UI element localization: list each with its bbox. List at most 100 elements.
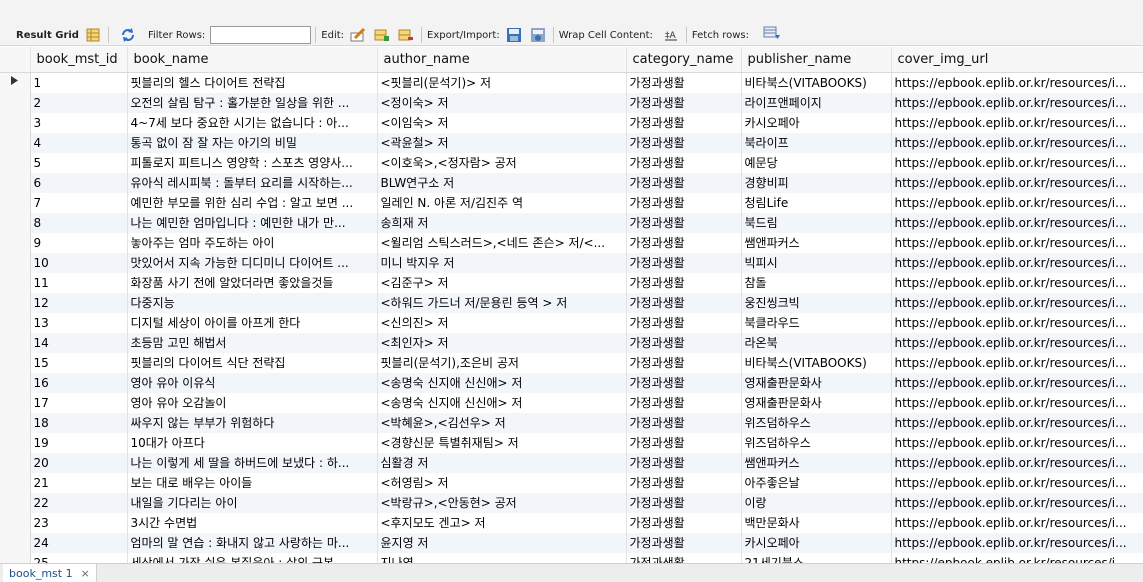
cell-book-name[interactable]: 세상에서 가장 쉬운 본질육아 : 삶의 근본...: [127, 552, 378, 563]
cell-publisher-name[interactable]: 21세기북스: [741, 552, 892, 563]
row-marker[interactable]: [0, 132, 31, 153]
cell-category-name[interactable]: 가정과생활: [626, 432, 742, 453]
row-marker[interactable]: [0, 212, 31, 233]
cell-author-name[interactable]: 핏블리(문석기),조은비 공저: [377, 352, 627, 373]
cell-book-mst-id[interactable]: 15: [30, 352, 128, 373]
cell-cover-img-url[interactable]: https://epbook.eplib.or.kr/resources/i..…: [891, 472, 1143, 493]
column-header-book-name[interactable]: book_name: [127, 47, 378, 73]
cell-category-name[interactable]: 가정과생활: [626, 452, 742, 473]
cell-category-name[interactable]: 가정과생활: [626, 512, 742, 533]
cell-author-name[interactable]: <이호욱>,<정자람> 공저: [377, 152, 627, 173]
cell-book-name[interactable]: 영아 유아 오감놀이: [127, 392, 378, 413]
row-marker[interactable]: [0, 472, 31, 493]
cell-publisher-name[interactable]: 예문당: [741, 152, 892, 173]
cell-author-name[interactable]: <하워드 가드너 저/문용린 등역 > 저: [377, 292, 627, 313]
cell-author-name[interactable]: <신의진> 저: [377, 312, 627, 333]
cell-book-mst-id[interactable]: 16: [30, 372, 128, 393]
cell-category-name[interactable]: 가정과생활: [626, 532, 742, 553]
cell-cover-img-url[interactable]: https://epbook.eplib.or.kr/resources/i..…: [891, 112, 1143, 133]
row-marker[interactable]: [0, 432, 31, 453]
cell-cover-img-url[interactable]: https://epbook.eplib.or.kr/resources/i..…: [891, 312, 1143, 333]
cell-category-name[interactable]: 가정과생활: [626, 112, 742, 133]
row-marker[interactable]: [0, 512, 31, 533]
table-row[interactable]: 9 놓아주는 엄마 주도하는 아이 <윌리엄 스틱스러드>,<네드 존슨> 저/<.…: [0, 232, 1143, 253]
table-row[interactable]: 2 오전의 살림 탐구 : 홀가분한 일상을 위한 ... <정이숙> 저 가정과생활…: [0, 92, 1143, 113]
cell-book-name[interactable]: 예민한 부모를 위한 심리 수업 : 알고 보면 ...: [127, 192, 378, 213]
wrap-text-icon[interactable]: ‡A: [661, 26, 681, 44]
cell-book-name[interactable]: 10대가 아프다: [127, 432, 378, 453]
cell-category-name[interactable]: 가정과생활: [626, 72, 742, 93]
cell-category-name[interactable]: 가정과생활: [626, 212, 742, 233]
table-row[interactable]: 13 디지털 세상이 아이를 아프게 한다 <신의진> 저 가정과생활 북클라우드 htt…: [0, 312, 1143, 333]
cell-publisher-name[interactable]: 웅진씽크빅: [741, 292, 892, 313]
cell-book-mst-id[interactable]: 3: [30, 112, 128, 133]
table-row[interactable]: 22 내일을 기다리는 아이 <박랑규>,<안동현> 공저 가정과생활 이랑 https:…: [0, 492, 1143, 513]
cell-category-name[interactable]: 가정과생활: [626, 132, 742, 153]
cell-author-name[interactable]: BLW연구소 저: [377, 172, 627, 193]
cell-book-mst-id[interactable]: 5: [30, 152, 128, 173]
cell-author-name[interactable]: 윤지영 저: [377, 532, 627, 553]
table-row[interactable]: 25 세상에서 가장 쉬운 본질육아 : 삶의 근본... 지나영 가정과생활 21세기…: [0, 552, 1143, 563]
cell-book-name[interactable]: 핏블리의 다이어트 식단 전략집: [127, 352, 378, 373]
table-row[interactable]: 16 영아 유아 이유식 <송명숙 신지애 신신애> 저 가정과생활 영재출판문화사 ht…: [0, 372, 1143, 393]
cell-cover-img-url[interactable]: https://epbook.eplib.or.kr/resources/i..…: [891, 552, 1143, 563]
cell-book-mst-id[interactable]: 14: [30, 332, 128, 353]
cell-category-name[interactable]: 가정과생활: [626, 192, 742, 213]
cell-book-mst-id[interactable]: 8: [30, 212, 128, 233]
cell-book-mst-id[interactable]: 4: [30, 132, 128, 153]
column-header-book-mst-id[interactable]: book_mst_id: [30, 47, 128, 73]
table-row[interactable]: 4 통곡 없이 잠 잘 자는 아기의 비밀 <곽윤철> 저 가정과생활 북라이프 http…: [0, 132, 1143, 153]
column-header-category-name[interactable]: category_name: [626, 47, 742, 73]
cell-publisher-name[interactable]: 빅피시: [741, 252, 892, 273]
cell-cover-img-url[interactable]: https://epbook.eplib.or.kr/resources/i..…: [891, 332, 1143, 353]
cell-book-name[interactable]: 초등맘 고민 해법서: [127, 332, 378, 353]
row-marker[interactable]: [0, 232, 31, 253]
close-icon[interactable]: ×: [81, 567, 90, 580]
cell-cover-img-url[interactable]: https://epbook.eplib.or.kr/resources/i..…: [891, 252, 1143, 273]
table-row[interactable]: 7 예민한 부모를 위한 심리 수업 : 알고 보면 ... 일레인 N. 아론 저…: [0, 192, 1143, 213]
cell-author-name[interactable]: <이임숙> 저: [377, 112, 627, 133]
cell-publisher-name[interactable]: 북라이프: [741, 132, 892, 153]
fetch-rows-icon[interactable]: [763, 26, 781, 40]
table-row[interactable]: 20 나는 이렇게 세 딸을 하버드에 보냈다 : 하... 심활경 저 가정과생활 쌤…: [0, 452, 1143, 473]
cell-book-mst-id[interactable]: 19: [30, 432, 128, 453]
row-marker[interactable]: [0, 292, 31, 313]
row-marker[interactable]: [0, 272, 31, 293]
cell-category-name[interactable]: 가정과생활: [626, 232, 742, 253]
cell-category-name[interactable]: 가정과생활: [626, 272, 742, 293]
cell-author-name[interactable]: <정이숙> 저: [377, 92, 627, 113]
cell-cover-img-url[interactable]: https://epbook.eplib.or.kr/resources/i..…: [891, 272, 1143, 293]
cell-book-mst-id[interactable]: 9: [30, 232, 128, 253]
cell-author-name[interactable]: <박랑규>,<안동현> 공저: [377, 492, 627, 513]
table-row[interactable]: 10 맛있어서 지속 가능한 디디미니 다이어트 ... 미니 박지우 저 가정과생활…: [0, 252, 1143, 273]
cell-author-name[interactable]: <핏블리(문석기)> 저: [377, 72, 627, 93]
cell-book-name[interactable]: 4~7세 보다 중요한 시기는 없습니다 : 아...: [127, 112, 378, 133]
row-marker[interactable]: [0, 412, 31, 433]
cell-publisher-name[interactable]: 참돌: [741, 272, 892, 293]
cell-category-name[interactable]: 가정과생활: [626, 392, 742, 413]
cell-book-name[interactable]: 다중지능: [127, 292, 378, 313]
row-marker[interactable]: [0, 372, 31, 393]
cell-book-mst-id[interactable]: 7: [30, 192, 128, 213]
cell-category-name[interactable]: 가정과생활: [626, 172, 742, 193]
cell-publisher-name[interactable]: 북클라우드: [741, 312, 892, 333]
filter-rows-input[interactable]: [210, 26, 312, 44]
row-marker[interactable]: [0, 392, 31, 413]
cell-publisher-name[interactable]: 백만문화사: [741, 512, 892, 533]
cell-category-name[interactable]: 가정과생활: [626, 312, 742, 333]
import-icon[interactable]: [528, 26, 548, 44]
row-marker[interactable]: [0, 152, 31, 173]
cell-author-name[interactable]: <송명숙 신지애 신신애> 저: [377, 392, 627, 413]
cell-cover-img-url[interactable]: https://epbook.eplib.or.kr/resources/i..…: [891, 172, 1143, 193]
cell-cover-img-url[interactable]: https://epbook.eplib.or.kr/resources/i..…: [891, 292, 1143, 313]
cell-publisher-name[interactable]: 경향비피: [741, 172, 892, 193]
cell-publisher-name[interactable]: 아주좋은날: [741, 472, 892, 493]
cell-publisher-name[interactable]: 쌤앤파커스: [741, 452, 892, 473]
cell-book-mst-id[interactable]: 1: [30, 72, 128, 93]
cell-book-name[interactable]: 통곡 없이 잠 잘 자는 아기의 비밀: [127, 132, 378, 153]
row-marker[interactable]: [0, 332, 31, 353]
grid-view-icon[interactable]: [83, 26, 103, 44]
cell-book-name[interactable]: 피톨로지 피트니스 영양학 : 스포츠 영양사...: [127, 152, 378, 173]
cell-book-mst-id[interactable]: 20: [30, 452, 128, 473]
cell-cover-img-url[interactable]: https://epbook.eplib.or.kr/resources/i..…: [891, 92, 1143, 113]
